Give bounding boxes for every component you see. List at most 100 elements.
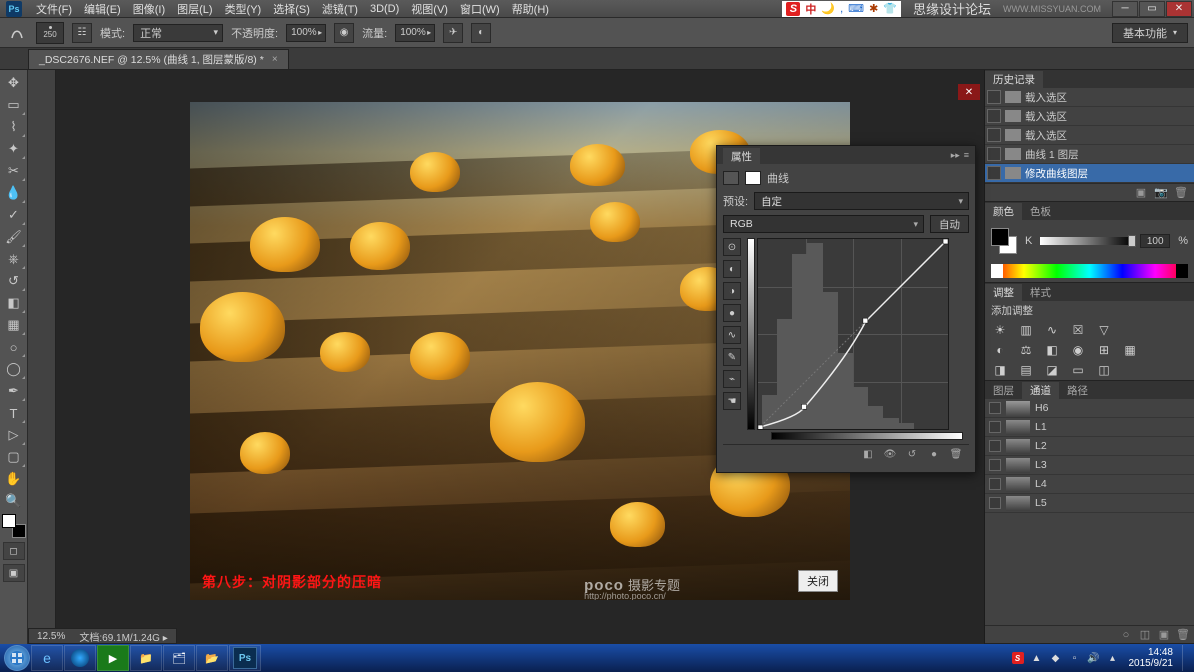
history-item[interactable]: 修改曲线图层 bbox=[985, 164, 1194, 183]
tab-styles[interactable]: 样式 bbox=[1022, 284, 1059, 301]
threshold-icon[interactable]: ◪ bbox=[1043, 362, 1061, 378]
delete-state-icon[interactable]: 🗑 bbox=[1174, 186, 1188, 200]
tray-volume-icon[interactable]: 🔊 bbox=[1087, 651, 1101, 665]
gradient-map-icon[interactable]: ▭ bbox=[1069, 362, 1087, 378]
brush-panel-toggle-icon[interactable]: ☷ bbox=[72, 23, 92, 43]
channel-row[interactable]: H6 bbox=[985, 399, 1194, 418]
history-item[interactable]: 载入选区 bbox=[985, 126, 1194, 145]
curves-graph[interactable] bbox=[757, 238, 949, 430]
sample-grey-icon[interactable]: ◑ bbox=[723, 282, 741, 300]
channel-select[interactable]: RGB bbox=[723, 215, 924, 233]
tray-flag-icon[interactable]: ▲ bbox=[1030, 651, 1044, 665]
pressure-opacity-icon[interactable]: ◉ bbox=[334, 23, 354, 43]
visibility-toggle[interactable] bbox=[989, 402, 1001, 414]
pen-tool[interactable]: ✒ bbox=[2, 380, 26, 402]
brush-tool[interactable]: 🖌 bbox=[2, 226, 26, 248]
lasso-tool[interactable]: ⌇ bbox=[2, 116, 26, 138]
channel-mixer-icon[interactable]: ⊞ bbox=[1095, 342, 1113, 358]
workspace-switcher[interactable]: 基本功能▾ bbox=[1112, 23, 1188, 43]
crop-tool[interactable]: ✂ bbox=[2, 160, 26, 182]
minimize-button[interactable]: ─ bbox=[1112, 1, 1138, 17]
healing-tool[interactable]: ✓ bbox=[2, 204, 26, 226]
visibility-toggle[interactable] bbox=[989, 478, 1001, 490]
k-slider[interactable] bbox=[1040, 237, 1132, 245]
new-doc-from-state-icon[interactable]: ▣ bbox=[1134, 186, 1148, 200]
menu-type[interactable]: 类型(Y) bbox=[219, 1, 268, 17]
history-brush-tool[interactable]: ↺ bbox=[2, 270, 26, 292]
menu-image[interactable]: 图像(I) bbox=[127, 1, 171, 17]
eraser-tool[interactable]: ◧ bbox=[2, 292, 26, 314]
k-value-field[interactable]: 100 bbox=[1140, 234, 1170, 248]
lookup-icon[interactable]: ▦ bbox=[1121, 342, 1139, 358]
edit-points-icon[interactable]: ∿ bbox=[723, 326, 741, 344]
tab-swatches[interactable]: 色板 bbox=[1022, 203, 1059, 220]
zoom-level[interactable]: 12.5% bbox=[37, 631, 65, 642]
menu-filter[interactable]: 滤镜(T) bbox=[316, 1, 364, 17]
curves-icon[interactable]: ∿ bbox=[1043, 322, 1061, 338]
tray-sogou-icon[interactable]: S bbox=[1011, 651, 1025, 665]
task-ie[interactable]: e bbox=[31, 645, 63, 671]
blend-mode-select[interactable]: 正常 bbox=[133, 24, 223, 42]
menu-layer[interactable]: 图层(L) bbox=[171, 1, 218, 17]
task-browser[interactable] bbox=[64, 645, 96, 671]
menu-view[interactable]: 视图(V) bbox=[405, 1, 454, 17]
hand-grab-icon[interactable]: ☚ bbox=[723, 392, 741, 410]
channel-row[interactable]: L5 bbox=[985, 494, 1194, 513]
visibility-toggle[interactable] bbox=[989, 459, 1001, 471]
close-button[interactable]: ✕ bbox=[1166, 1, 1192, 17]
path-select-tool[interactable]: ▷ bbox=[2, 424, 26, 446]
visibility-toggle[interactable] bbox=[989, 440, 1001, 452]
bw-icon[interactable]: ◧ bbox=[1043, 342, 1061, 358]
delete-adjustment-icon[interactable]: 🗑 bbox=[949, 448, 963, 462]
menu-select[interactable]: 选择(S) bbox=[267, 1, 316, 17]
collapsed-panel-strip[interactable] bbox=[28, 70, 56, 644]
visibility-toggle[interactable] bbox=[989, 421, 1001, 433]
eyedropper-tool[interactable]: 💧 bbox=[2, 182, 26, 204]
history-checkbox[interactable] bbox=[987, 109, 1001, 123]
task-folder[interactable]: 🗂 bbox=[163, 645, 195, 671]
sample-black-icon[interactable]: ● bbox=[723, 304, 741, 322]
history-item[interactable]: 载入选区 bbox=[985, 107, 1194, 126]
zoom-tool[interactable]: 🔍 bbox=[2, 490, 26, 512]
task-player[interactable]: ▶ bbox=[97, 645, 129, 671]
curve-line[interactable] bbox=[758, 239, 948, 429]
tray-chevron-icon[interactable]: ▴ bbox=[1106, 651, 1120, 665]
photo-filter-icon[interactable]: ◉ bbox=[1069, 342, 1087, 358]
smooth-icon[interactable]: ⌁ bbox=[723, 370, 741, 388]
channel-row[interactable]: L4 bbox=[985, 475, 1194, 494]
history-item[interactable]: 曲线 1 图层 bbox=[985, 145, 1194, 164]
posterize-icon[interactable]: ▤ bbox=[1017, 362, 1035, 378]
dodge-tool[interactable]: ◯ bbox=[2, 358, 26, 380]
document-tab[interactable]: _DSC2676.NEF @ 12.5% (曲线 1, 图层蒙版/8) * × bbox=[28, 49, 289, 69]
history-checkbox[interactable] bbox=[987, 90, 1001, 104]
menu-edit[interactable]: 编辑(E) bbox=[78, 1, 127, 17]
panel-menu-icon[interactable]: ≡ bbox=[964, 150, 969, 161]
visibility-toggle[interactable] bbox=[989, 497, 1001, 509]
color-spectrum[interactable] bbox=[991, 264, 1188, 278]
menu-help[interactable]: 帮助(H) bbox=[506, 1, 555, 17]
tab-adjustments[interactable]: 调整 bbox=[985, 284, 1022, 301]
clock[interactable]: 14:48 2015/9/21 bbox=[1125, 647, 1178, 669]
task-explorer[interactable]: 📁 bbox=[130, 645, 162, 671]
levels-icon[interactable]: ▥ bbox=[1017, 322, 1035, 338]
menu-3d[interactable]: 3D(D) bbox=[364, 3, 405, 15]
tab-layers[interactable]: 图层 bbox=[985, 382, 1022, 399]
channel-row[interactable]: L3 bbox=[985, 456, 1194, 475]
hue-icon[interactable]: ◐ bbox=[991, 342, 1009, 358]
start-button[interactable] bbox=[4, 645, 30, 671]
tray-shield-icon[interactable]: ◆ bbox=[1049, 651, 1063, 665]
tray-network-icon[interactable]: ▫ bbox=[1068, 651, 1082, 665]
selective-color-icon[interactable]: ◫ bbox=[1095, 362, 1113, 378]
balance-icon[interactable]: ⚖ bbox=[1017, 342, 1035, 358]
marquee-tool[interactable]: ▭ bbox=[2, 94, 26, 116]
menu-file[interactable]: 文件(F) bbox=[30, 1, 78, 17]
exposure-icon[interactable]: ☒ bbox=[1069, 322, 1087, 338]
auto-button[interactable]: 自动 bbox=[930, 215, 969, 233]
maximize-button[interactable]: ▭ bbox=[1139, 1, 1165, 17]
menu-window[interactable]: 窗口(W) bbox=[454, 1, 506, 17]
hand-tool[interactable]: ✋ bbox=[2, 468, 26, 490]
channel-row[interactable]: L1 bbox=[985, 418, 1194, 437]
move-tool[interactable]: ✥ bbox=[2, 72, 26, 94]
quick-select-tool[interactable]: ✦ bbox=[2, 138, 26, 160]
new-channel-icon[interactable]: ▣ bbox=[1157, 628, 1171, 642]
